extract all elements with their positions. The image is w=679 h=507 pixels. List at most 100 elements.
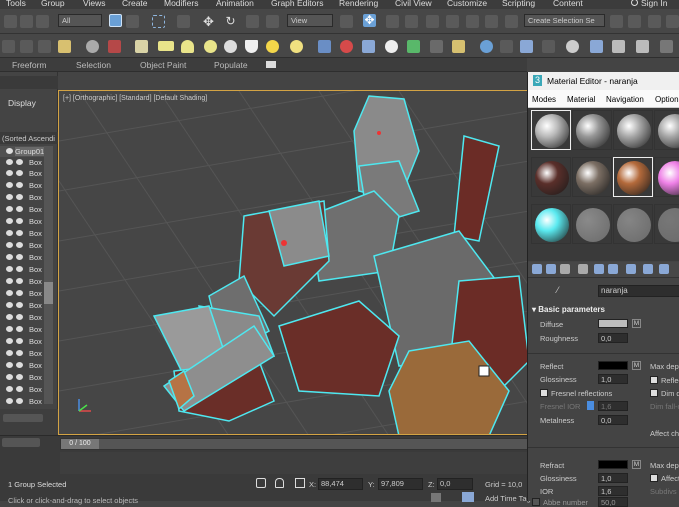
yellow-rect-icon[interactable] <box>158 41 174 51</box>
assign-material-icon[interactable] <box>560 264 570 274</box>
edit-named-selection-icon[interactable] <box>485 15 498 28</box>
ribbon-toggle-icon[interactable] <box>266 61 276 68</box>
window-crossing-icon[interactable] <box>177 15 190 28</box>
box-row[interactable]: Box <box>0 228 44 239</box>
box-row[interactable]: Box <box>0 264 44 275</box>
mirror-icon[interactable] <box>610 15 623 28</box>
lock-fresnel-icon[interactable] <box>587 401 594 410</box>
link-icon[interactable] <box>4 15 17 28</box>
move-icon[interactable]: ✥ <box>202 15 215 28</box>
render-icon[interactable] <box>16 326 23 332</box>
add-time-tag[interactable]: Add Time Tag <box>485 494 531 503</box>
maxscript-listener[interactable] <box>2 438 40 447</box>
selection-filter-dropdown[interactable]: All <box>58 14 102 27</box>
viewport[interactable]: [+] [Orthographic] [Standard] [Default S… <box>58 90 528 435</box>
eye-icon[interactable] <box>6 398 13 404</box>
eye-icon[interactable] <box>6 159 13 165</box>
render-icon[interactable] <box>16 314 23 320</box>
align-icon[interactable] <box>628 15 641 28</box>
eye-icon[interactable] <box>6 314 13 320</box>
select-by-name-icon[interactable] <box>126 15 139 28</box>
x-coordinate[interactable]: 88,474 <box>318 478 363 490</box>
material-sample-slot[interactable] <box>613 157 653 197</box>
eye-icon[interactable] <box>6 386 13 392</box>
scrollbar[interactable] <box>44 146 53 404</box>
make-unique-icon[interactable] <box>594 264 604 274</box>
group-row[interactable]: Group01 <box>0 146 45 157</box>
eye-icon[interactable] <box>6 170 13 176</box>
box-row[interactable]: Box <box>0 276 44 287</box>
material-sample-slot[interactable] <box>531 204 571 244</box>
render-icon[interactable] <box>16 182 23 188</box>
scale-icon[interactable] <box>246 15 259 28</box>
render-icon[interactable] <box>16 194 23 200</box>
placement-icon[interactable] <box>266 15 279 28</box>
box-row[interactable]: Box <box>0 252 44 263</box>
refract-glossiness-field[interactable]: 1,0 <box>598 473 628 483</box>
box-row[interactable]: Box <box>0 157 44 168</box>
material-sample-slot[interactable] <box>531 110 571 150</box>
material-sample-slot[interactable] <box>572 110 612 150</box>
material-sample-slot[interactable] <box>613 110 653 150</box>
material-sample-slot[interactable] <box>531 157 571 197</box>
box-row[interactable]: Box <box>0 372 44 383</box>
menu-scripting[interactable]: Scripting <box>502 0 535 8</box>
box-row[interactable]: Box <box>0 180 44 191</box>
render-icon[interactable] <box>16 266 23 272</box>
cone-light-icon[interactable] <box>245 40 258 53</box>
box-row[interactable]: Box <box>0 348 44 359</box>
box-row[interactable]: Box <box>0 312 44 323</box>
selection-region-icon[interactable] <box>152 15 165 28</box>
render-icon[interactable] <box>16 242 23 248</box>
eye-icon[interactable] <box>6 206 13 212</box>
toolbar2-icon-8[interactable] <box>520 40 533 53</box>
toolbar2-icon-10[interactable] <box>566 40 579 53</box>
render-icon[interactable] <box>16 290 23 296</box>
render-icon[interactable] <box>16 206 23 212</box>
menu-options[interactable]: Option <box>655 95 679 104</box>
layer-explorer-icon[interactable] <box>666 15 679 28</box>
eye-icon[interactable] <box>6 338 13 344</box>
render-icon[interactable] <box>16 398 23 404</box>
material-sample-slot[interactable] <box>572 157 612 197</box>
menu-modes[interactable]: Modes <box>532 95 556 104</box>
menu-material[interactable]: Material <box>567 95 595 104</box>
menu-content[interactable]: Content <box>553 0 583 8</box>
box-row[interactable]: Box <box>0 384 44 395</box>
render-icon[interactable] <box>16 386 23 392</box>
box-row[interactable]: Box <box>0 336 44 347</box>
eye-icon[interactable] <box>6 254 13 260</box>
show-end-result-icon[interactable] <box>659 264 669 274</box>
render-icon[interactable] <box>16 278 23 284</box>
lock-selection-icon[interactable] <box>275 478 284 488</box>
toolbar2-icon-6[interactable] <box>480 40 493 53</box>
ribbon-tab-freeform[interactable]: Freeform <box>12 60 46 70</box>
create-selection-set-dropdown[interactable]: Create Selection Se <box>524 14 605 27</box>
mesh-clipper-icon[interactable] <box>362 40 375 53</box>
eyedropper-icon[interactable]: ⁄ <box>557 286 566 295</box>
render-icon[interactable] <box>16 338 23 344</box>
toolbar2-icon-3[interactable] <box>38 40 51 53</box>
box-row[interactable]: Box <box>0 240 44 251</box>
refract-map-button[interactable]: M <box>632 460 641 469</box>
render-frame-icon[interactable] <box>108 40 121 53</box>
render-icon[interactable] <box>16 302 23 308</box>
box-row[interactable]: Box <box>0 396 44 407</box>
roughness-field[interactable]: 0,0 <box>598 333 628 343</box>
eye-icon[interactable] <box>6 182 13 188</box>
menu-group[interactable]: Group <box>41 0 65 8</box>
put-to-library-icon[interactable] <box>608 264 618 274</box>
box-row[interactable]: Box <box>0 300 44 311</box>
keyboard-shortcut-icon[interactable] <box>386 15 399 28</box>
render-icon[interactable] <box>16 350 23 356</box>
render-setup-icon[interactable] <box>58 40 71 53</box>
material-sample-slot[interactable] <box>654 110 679 150</box>
toolbar2-icon-5[interactable] <box>452 40 465 53</box>
toolbar2-icon-1[interactable] <box>2 40 15 53</box>
rotate-icon[interactable]: ↻ <box>224 15 237 28</box>
render-icon[interactable] <box>16 170 23 176</box>
select-manipulate-icon[interactable]: ✥ <box>363 14 376 27</box>
select-object-icon[interactable] <box>109 14 122 27</box>
render-icon[interactable] <box>16 159 23 165</box>
material-name-field[interactable]: naranja <box>598 285 679 297</box>
